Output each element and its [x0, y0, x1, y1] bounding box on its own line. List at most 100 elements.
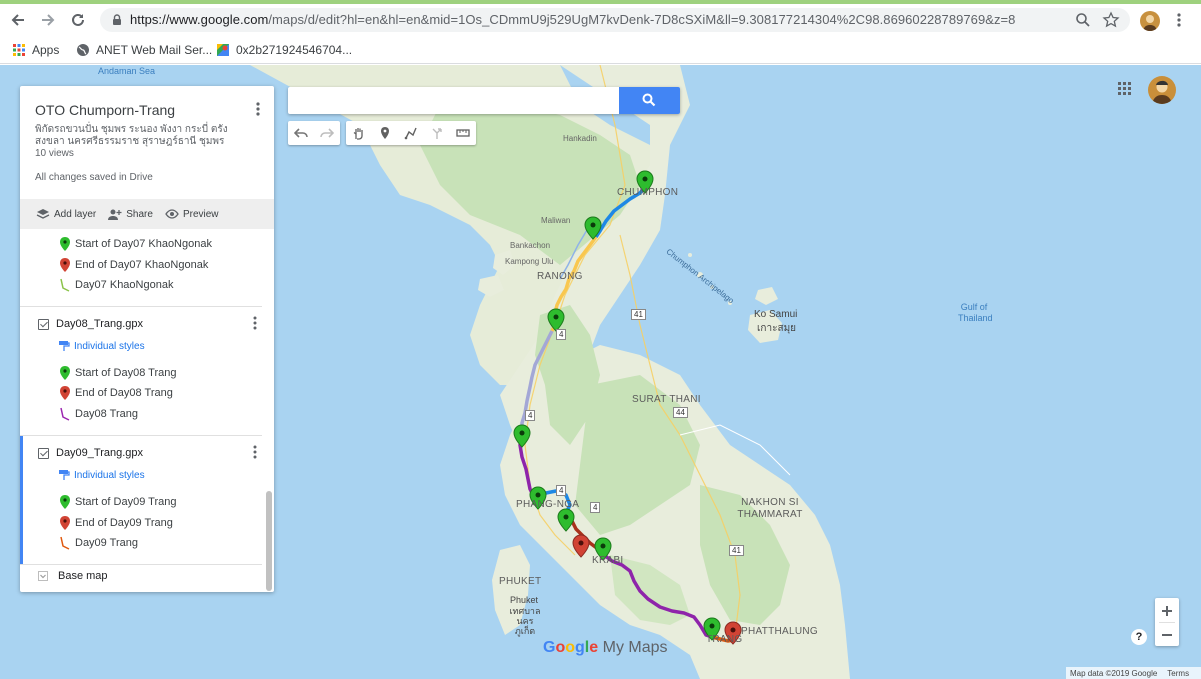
map-title[interactable]: OTO Chumporn-Trang — [35, 102, 175, 118]
arrow-left-icon — [11, 14, 24, 26]
layer-options-day09[interactable] — [250, 445, 260, 461]
directions-tool[interactable] — [424, 121, 450, 145]
browser-menu-button[interactable] — [1172, 10, 1186, 32]
map-toolbar — [288, 121, 476, 145]
style-label: Individual styles — [74, 340, 145, 352]
feature-label: Day09 Trang — [75, 537, 138, 549]
layer-name-day08[interactable]: Day08_Trang.gpx — [56, 318, 143, 330]
redo-icon — [320, 128, 334, 138]
paint-roller-icon — [59, 470, 70, 480]
search-button[interactable] — [619, 87, 680, 114]
undo-button[interactable] — [288, 121, 314, 145]
add-marker-tool[interactable] — [372, 121, 398, 145]
layer-options-day08[interactable] — [250, 316, 260, 332]
arrow-right-icon — [42, 14, 55, 26]
green-pin-icon — [60, 495, 70, 509]
label-gulf-of-thailand: Gulf of Thailand — [958, 302, 993, 323]
back-button[interactable] — [6, 8, 30, 32]
zoom-in-button[interactable] — [1155, 598, 1179, 622]
road-badge: 41 — [631, 309, 646, 320]
reload-button[interactable] — [66, 8, 90, 32]
road-badge: 4 — [556, 329, 567, 340]
base-map-label: Base map — [58, 570, 108, 582]
redo-button[interactable] — [314, 121, 340, 145]
feature-start-day07[interactable]: Start of Day07 KhaoNgonak — [60, 237, 212, 251]
layer-list: Start of Day07 KhaoNgonak End of Day07 K… — [20, 230, 274, 592]
road-badge: 4 — [525, 410, 536, 421]
browser-profile-avatar[interactable] — [1140, 11, 1160, 31]
map-options-button[interactable] — [252, 100, 264, 118]
zoom-magnifier-icon[interactable] — [1074, 11, 1092, 29]
layer-name-day09[interactable]: Day09_Trang.gpx — [56, 447, 143, 459]
bookmark-anet-webmail[interactable]: ANET Web Mail Ser... — [76, 42, 212, 58]
zoom-control — [1155, 598, 1179, 646]
feature-label: Start of Day07 KhaoNgonak — [75, 238, 212, 250]
history-tools — [288, 121, 340, 145]
feature-end-day09[interactable]: End of Day09 Trang — [60, 516, 173, 530]
address-bar[interactable]: https://www.google.com/maps/d/edit?hl=en… — [100, 8, 1130, 32]
map-search-box — [288, 87, 680, 114]
bookmark-maps-link[interactable]: 0x2b271924546704... — [216, 42, 352, 58]
bookmark-anet-label: ANET Web Mail Ser... — [96, 43, 213, 57]
draw-line-tool[interactable] — [398, 121, 424, 145]
layer-style-day08[interactable]: Individual styles — [58, 340, 145, 352]
add-layer-button[interactable]: Add layer — [36, 208, 96, 220]
help-button[interactable]: ? — [1131, 629, 1147, 645]
feature-route-day08[interactable]: Day08 Trang — [60, 407, 138, 421]
measure-tool[interactable] — [450, 121, 476, 145]
map-view-count: 10 views — [35, 148, 74, 159]
road-badge: 4 — [556, 485, 567, 496]
logo-letter: e — [589, 639, 599, 656]
feature-label: Start of Day08 Trang — [75, 367, 177, 379]
url-path: /maps/d/edit?hl=en&hl=en&mid=1Os_CDmmU9j… — [268, 12, 1016, 27]
layer-checkbox-day09[interactable] — [38, 448, 49, 459]
feature-start-day08[interactable]: Start of Day08 Trang — [60, 366, 177, 380]
preview-button[interactable]: Preview — [165, 208, 219, 220]
marker-icon — [381, 127, 389, 139]
road-badge: 41 — [729, 545, 744, 556]
map-description[interactable]: พิกัดรถขวนปั่น ชุมพร ระนอง พังงา กระบี่ … — [35, 124, 255, 148]
base-map-toggle[interactable]: Base map — [38, 570, 108, 582]
label-phuket-thai: เทศบาลนครภูเก็ต — [509, 606, 541, 636]
lock-icon — [113, 14, 121, 25]
feature-route-day09[interactable]: Day09 Trang — [60, 536, 138, 550]
terms-link[interactable]: Terms — [1167, 669, 1189, 678]
share-button[interactable]: Share — [108, 208, 153, 220]
layer-divider — [20, 435, 262, 436]
profile-face-icon — [1143, 15, 1157, 31]
feature-start-day09[interactable]: Start of Day09 Trang — [60, 495, 177, 509]
label-trang: TRANG — [706, 634, 743, 645]
layer-checkbox-day08[interactable] — [38, 319, 49, 330]
bookmark-star-icon[interactable] — [1102, 11, 1120, 29]
reload-icon — [72, 13, 84, 26]
panel-scrollbar[interactable] — [266, 491, 272, 591]
feature-end-day07[interactable]: End of Day07 KhaoNgonak — [60, 258, 208, 272]
feature-end-day08[interactable]: End of Day08 Trang — [60, 386, 173, 400]
google-apps-icon[interactable] — [1118, 82, 1132, 96]
attribution-text: Map data ©2019 Google — [1070, 668, 1158, 678]
draw-line-icon — [404, 127, 417, 140]
feature-route-day07[interactable]: Day07 KhaoNgonak — [60, 278, 173, 292]
account-avatar[interactable] — [1148, 76, 1176, 104]
island-kophangan — [755, 287, 778, 305]
bookmarks-bar: Apps ANET Web Mail Ser... 0x2b2719245467… — [0, 36, 1201, 64]
layers-panel: OTO Chumporn-Trang พิกัดรถขวนปั่น ชุมพร … — [20, 86, 274, 592]
label-nakhon-si-thammarat: NAKHON SI THAMMARAT — [737, 497, 803, 520]
layer-style-day09[interactable]: Individual styles — [58, 469, 145, 481]
red-pin-icon — [60, 516, 70, 530]
forward-button[interactable] — [36, 8, 60, 32]
apps-grid-icon — [13, 44, 25, 56]
red-pin-icon — [60, 386, 70, 400]
feature-label: Start of Day09 Trang — [75, 496, 177, 508]
map-search-input[interactable] — [288, 87, 618, 114]
feature-label: End of Day07 KhaoNgonak — [75, 259, 209, 271]
label-hankadin: Hankadin — [563, 134, 597, 143]
layer-divider — [20, 306, 262, 307]
logo-letter: o — [555, 639, 566, 656]
zoom-out-button[interactable] — [1155, 622, 1179, 646]
draw-tools — [346, 121, 476, 145]
globe-icon — [77, 44, 89, 56]
bookmark-apps[interactable]: Apps — [12, 42, 59, 58]
pan-hand-tool[interactable] — [346, 121, 372, 145]
road-badge: 44 — [673, 407, 688, 418]
